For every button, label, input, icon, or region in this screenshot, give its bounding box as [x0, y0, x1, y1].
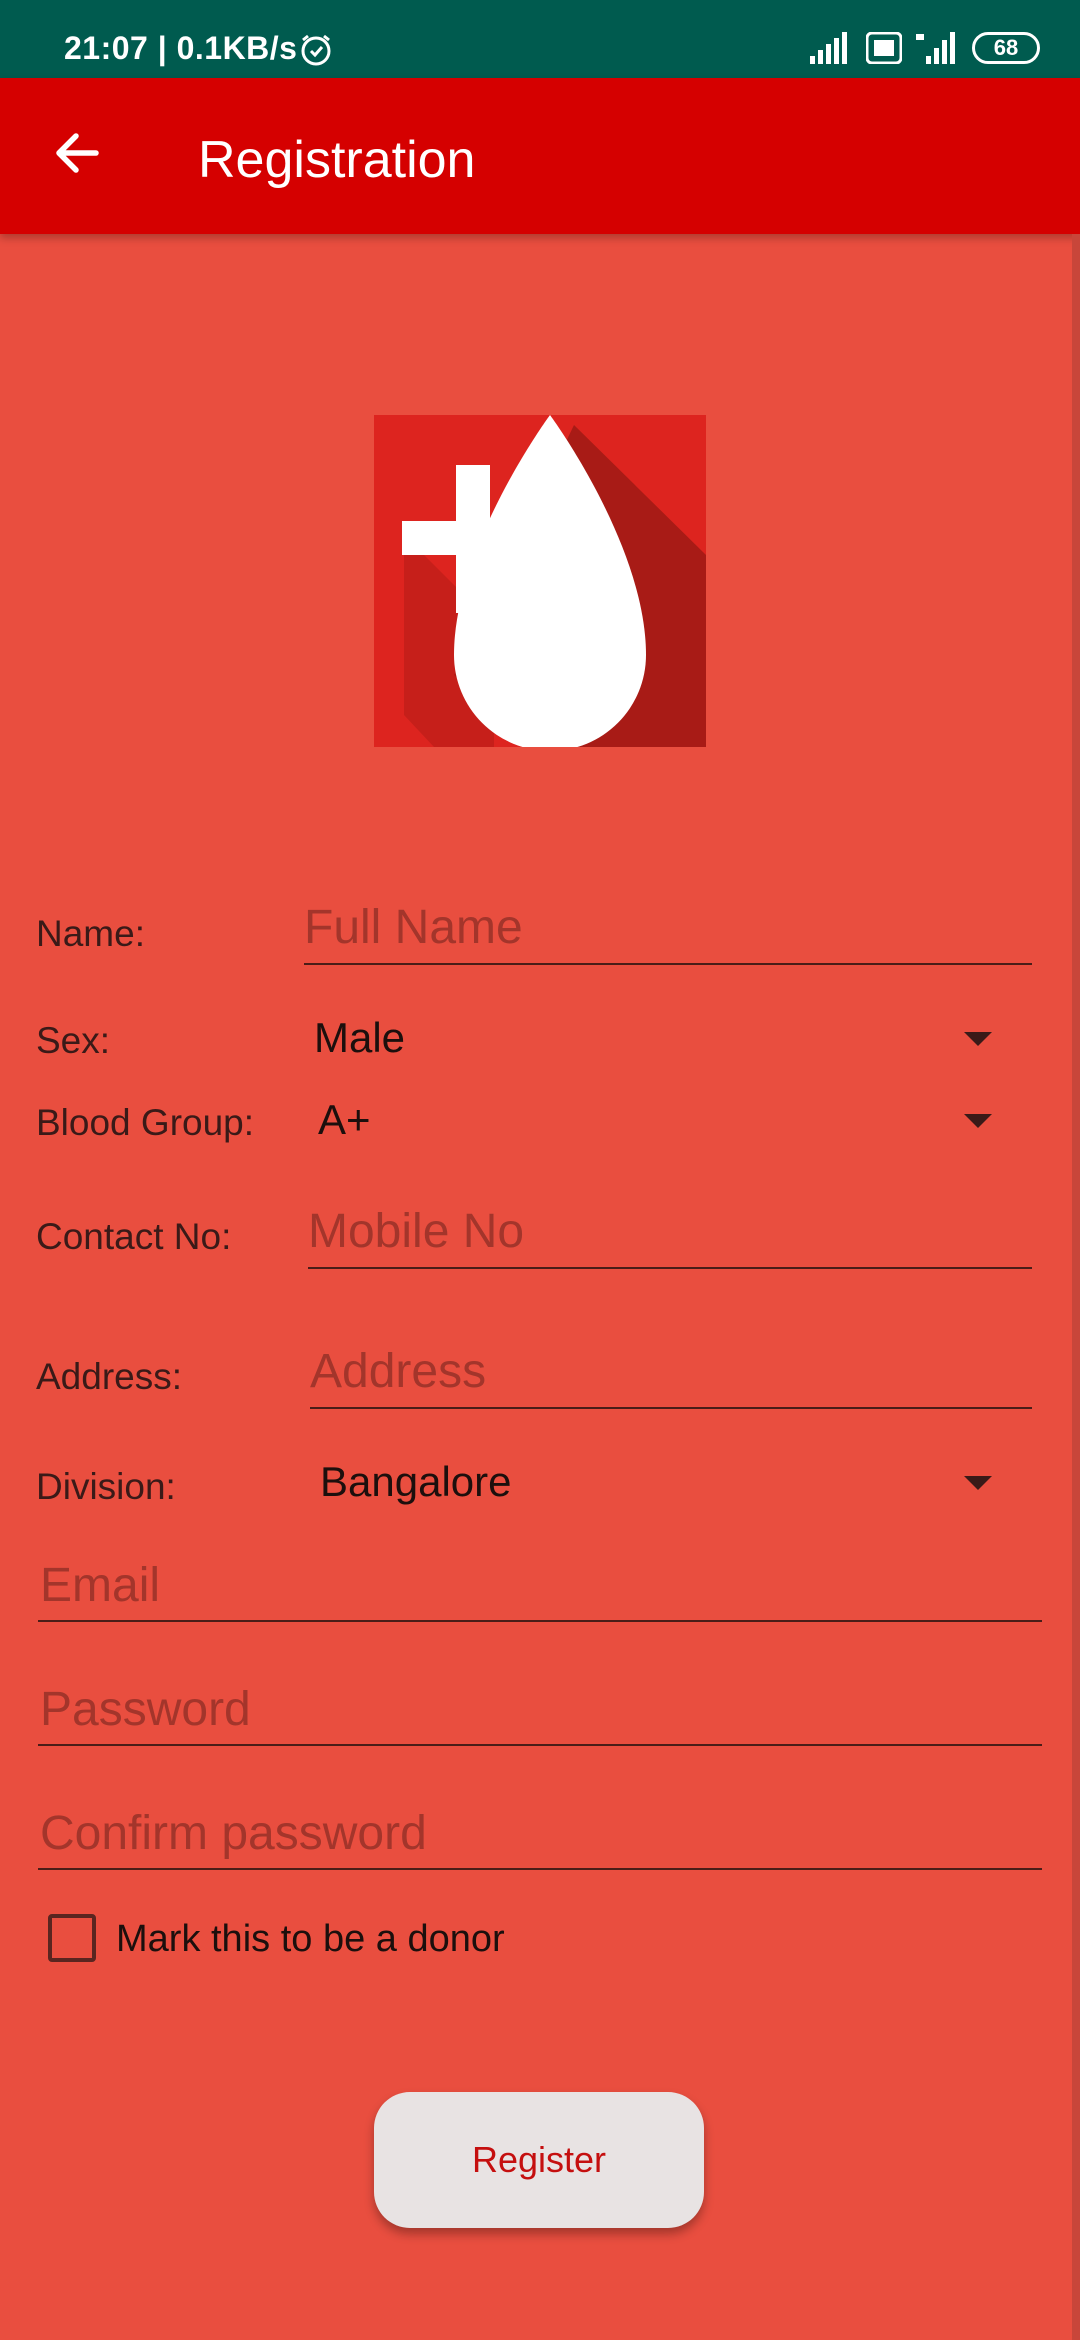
address-input[interactable]: Address: [310, 1344, 486, 1399]
back-arrow-icon[interactable]: [46, 122, 108, 184]
email-input[interactable]: Email: [40, 1558, 160, 1613]
confirm-password-input[interactable]: Confirm password: [40, 1806, 427, 1861]
mobile-number-input[interactable]: Mobile No: [308, 1204, 524, 1259]
alarm-icon: [301, 34, 331, 66]
status-bar: 21:07 | 0.1KB/s 68: [0, 0, 1080, 78]
register-button[interactable]: Register: [374, 2092, 704, 2228]
battery-icon: 68: [972, 32, 1040, 64]
full-name-input[interactable]: Full Name: [304, 900, 523, 955]
page-title: Registration: [198, 131, 476, 189]
volte-icon: [866, 32, 902, 64]
address-underline: [310, 1407, 1032, 1409]
password-input[interactable]: Password: [40, 1682, 251, 1737]
sex-dropdown-arrow-icon[interactable]: [964, 1032, 992, 1046]
app-bar: Registration: [0, 78, 1080, 234]
password-underline: [38, 1744, 1042, 1746]
blood-group-label: Blood Group:: [36, 1102, 255, 1143]
mobile-number-underline: [308, 1267, 1032, 1269]
confirm-password-underline: [38, 1868, 1042, 1870]
contact-label: Contact No:: [36, 1216, 232, 1257]
email-underline: [38, 1620, 1042, 1622]
sex-label: Sex:: [36, 1020, 111, 1061]
signal-icon: [810, 32, 847, 64]
name-label: Name:: [36, 913, 145, 954]
sex-dropdown[interactable]: Male: [314, 1014, 405, 1062]
division-dropdown[interactable]: Bangalore: [320, 1458, 511, 1506]
status-time: 21:07 | 0.1KB/s: [64, 30, 298, 66]
full-name-underline: [304, 963, 1032, 965]
donor-checkbox-label[interactable]: Mark this to be a donor: [116, 1918, 505, 1961]
blood-group-dropdown-arrow-icon[interactable]: [964, 1114, 992, 1128]
scrollbar[interactable]: [1072, 234, 1080, 2340]
address-label: Address:: [36, 1356, 183, 1397]
signal-4g-icon: [916, 32, 955, 64]
division-label: Division:: [36, 1466, 176, 1507]
blood-group-dropdown[interactable]: A+: [318, 1096, 371, 1144]
blood-drop-logo: [374, 415, 706, 747]
donor-checkbox[interactable]: [48, 1914, 96, 1962]
division-dropdown-arrow-icon[interactable]: [964, 1476, 992, 1490]
status-icons: 68: [810, 28, 1040, 68]
